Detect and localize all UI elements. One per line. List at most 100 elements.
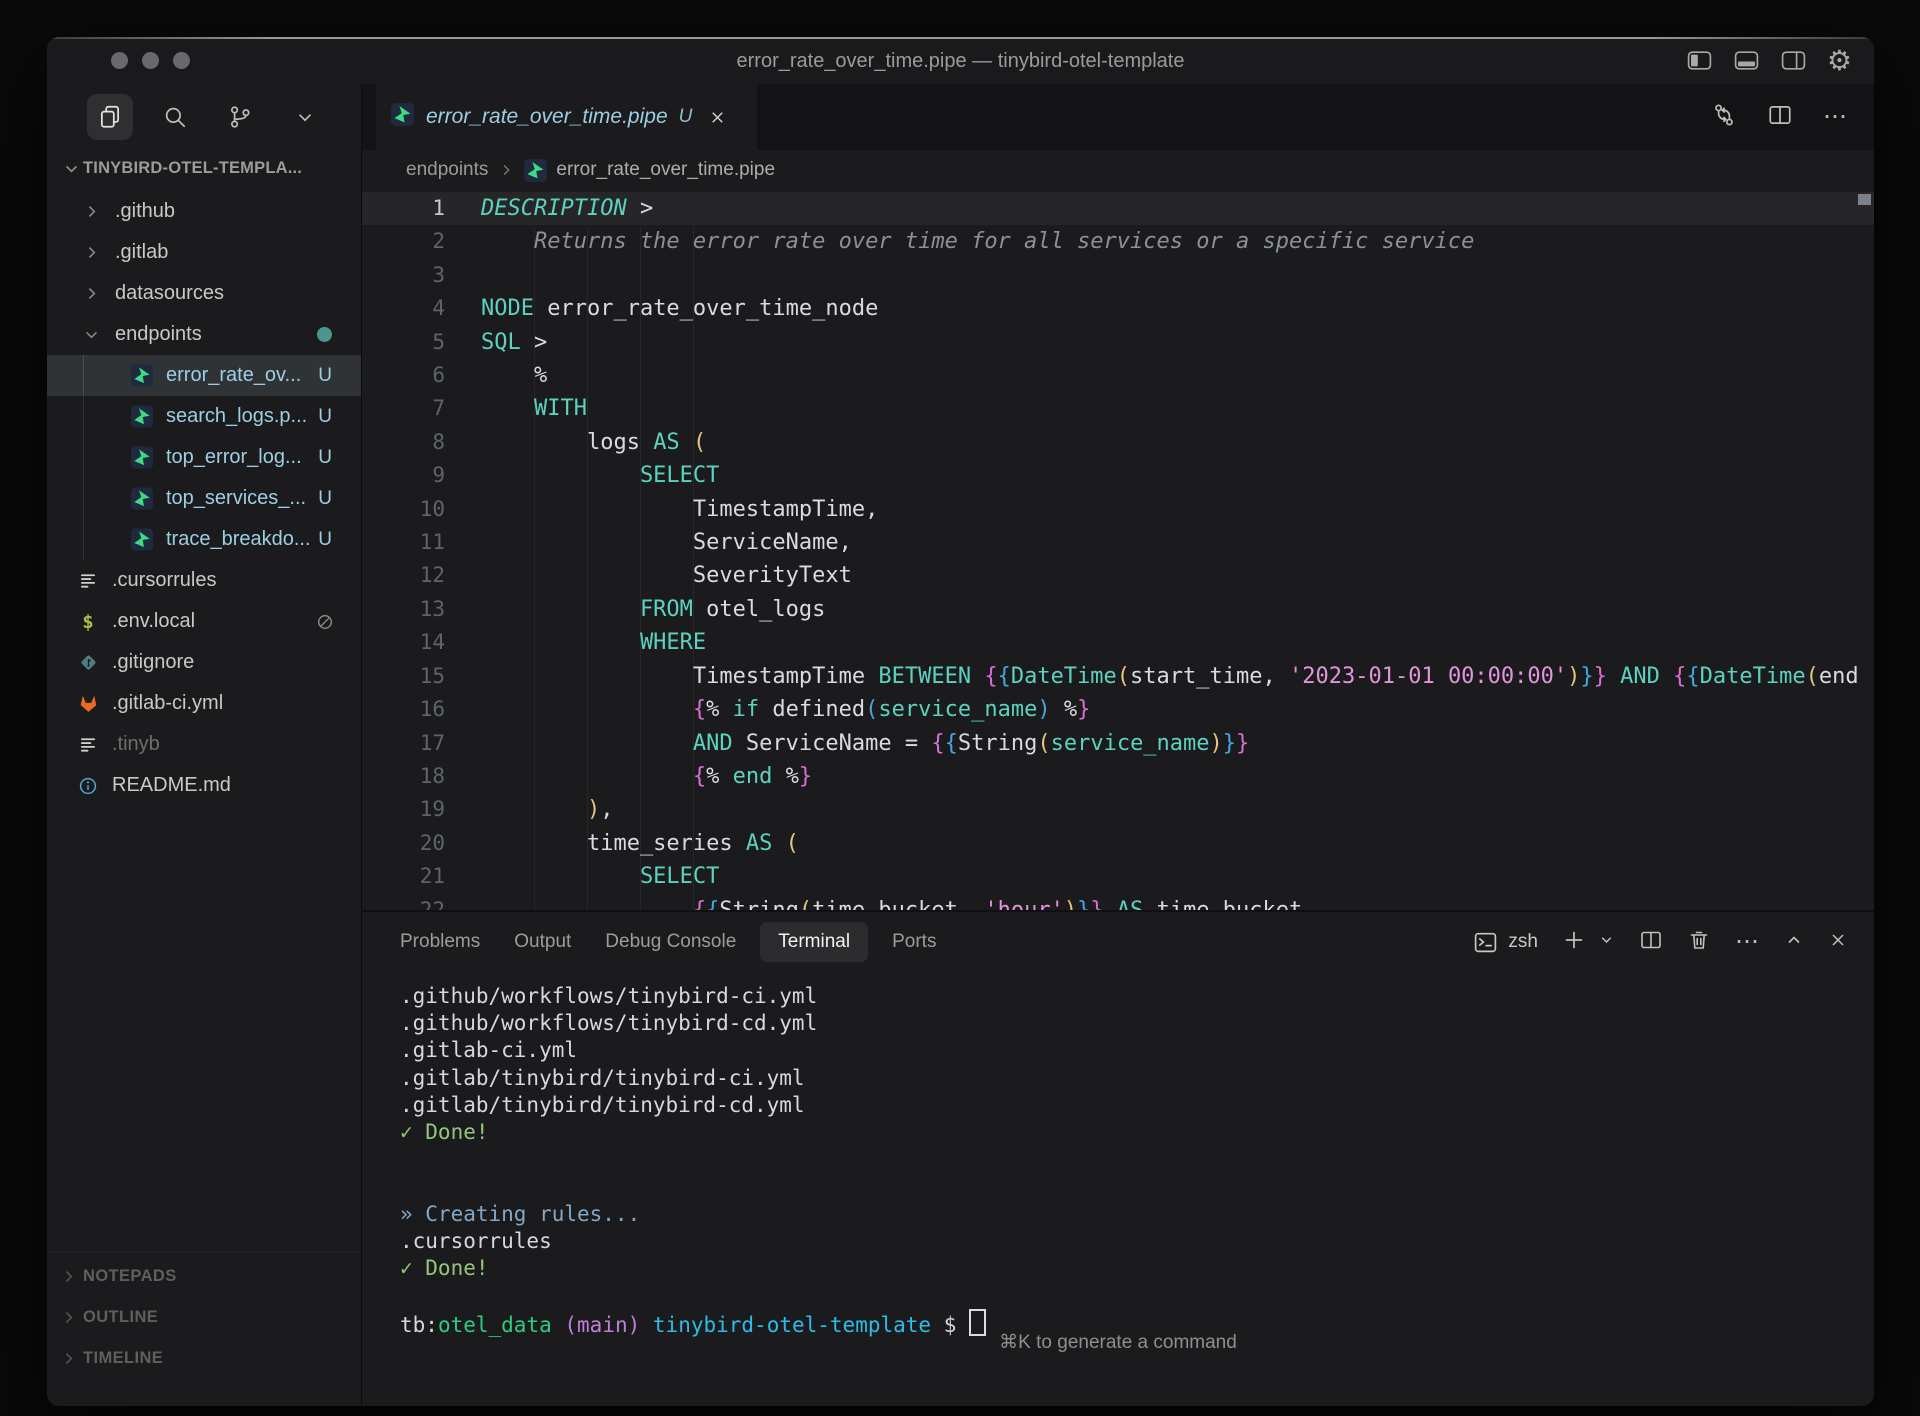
chevron-right-icon — [80, 244, 102, 261]
open-changes-icon[interactable] — [1711, 102, 1737, 133]
search-icon[interactable] — [152, 94, 198, 140]
line-number: 20 — [362, 827, 445, 860]
section-label: NOTEPADS — [83, 1267, 177, 1286]
terminal-line: » Creating rules... — [400, 1201, 1874, 1228]
tree-item-top-services[interactable]: top_services_...U — [47, 478, 361, 519]
tree-item-trace-breakdo[interactable]: trace_breakdo... U — [47, 519, 361, 560]
tree-item-github[interactable]: .github — [47, 191, 361, 232]
section-outline[interactable]: OUTLINE — [47, 1297, 361, 1338]
breadcrumb-folder[interactable]: endpoints — [406, 159, 488, 181]
code-line[interactable]: 6 % — [362, 359, 1874, 392]
code-text: WHERE — [445, 626, 706, 659]
tree-item-readme-md[interactable]: README.md — [47, 765, 361, 806]
code-line[interactable]: 12 SeverityText — [362, 559, 1874, 592]
code-text: SeverityText — [445, 559, 852, 592]
terminal-ai-hint: ⌘K to generate a command — [362, 1329, 1874, 1356]
close-panel-icon[interactable] — [1828, 930, 1848, 955]
settings-gear-icon[interactable]: ⚙ — [1827, 47, 1852, 75]
code-editor[interactable]: 1DESCRIPTION >2 Returns the error rate o… — [362, 190, 1874, 910]
terminal-output[interactable]: .github/workflows/tinybird-ci.yml.github… — [362, 972, 1874, 1406]
code-line[interactable]: 16 {% if defined(service_name) %} — [362, 693, 1874, 726]
tinybird-file-icon — [524, 159, 547, 182]
panel-tab-ports[interactable]: Ports — [892, 922, 936, 962]
code-line[interactable]: 9 SELECT — [362, 459, 1874, 492]
code-line[interactable]: 13 FROM otel_logs — [362, 593, 1874, 626]
section-timeline[interactable]: TIMELINE — [47, 1338, 361, 1379]
code-line[interactable]: 5SQL > — [362, 326, 1874, 359]
section-notepads[interactable]: NOTEPADS — [47, 1256, 361, 1297]
explorer-files-icon[interactable] — [87, 94, 133, 140]
tree-item-tinyb[interactable]: .tinyb — [47, 724, 361, 765]
tree-item-cursorrules[interactable]: .cursorrules — [47, 560, 361, 601]
line-number: 18 — [362, 760, 445, 793]
code-line[interactable]: 1DESCRIPTION > — [362, 192, 1874, 225]
line-number: 11 — [362, 526, 445, 559]
kill-terminal-trash-icon[interactable] — [1687, 928, 1711, 957]
explorer-project-header[interactable]: TINYBIRD-OTEL-TEMPLA... — [47, 150, 361, 186]
code-text: WITH — [445, 392, 587, 425]
terminal-line: .gitlab-ci.yml — [400, 1037, 1874, 1064]
panel-tab-output[interactable]: Output — [514, 922, 571, 962]
tree-item-gitignore[interactable]: .gitignore — [47, 642, 361, 683]
toggle-secondary-sidebar-icon[interactable] — [1780, 47, 1807, 74]
code-line[interactable]: 18 {% end %} — [362, 760, 1874, 793]
code-line[interactable]: 10 TimestampTime, — [362, 493, 1874, 526]
tree-item-label: .gitlab-ci.yml — [112, 692, 223, 715]
code-line[interactable]: 8 logs AS ( — [362, 426, 1874, 459]
code-line[interactable]: 2 Returns the error rate over time for a… — [362, 225, 1874, 258]
split-terminal-icon[interactable] — [1639, 928, 1663, 957]
tab-modified-badge: U — [679, 106, 693, 128]
tab-error-rate-over-time-pipe[interactable]: error_rate_over_time.pipe U — [376, 84, 757, 150]
split-editor-icon[interactable] — [1767, 102, 1793, 133]
line-number: 17 — [362, 727, 445, 760]
git-status-badge: U — [318, 529, 332, 551]
terminal-shell-group[interactable]: zsh — [1473, 930, 1538, 955]
code-line[interactable]: 7 WITH — [362, 392, 1874, 425]
maximize-panel-chevron-up-icon[interactable] — [1784, 930, 1804, 955]
toggle-primary-sidebar-icon[interactable] — [1686, 47, 1713, 74]
panel-tab-debug-console[interactable]: Debug Console — [605, 922, 736, 962]
tree-item-endpoints[interactable]: endpoints — [47, 314, 361, 355]
changes-dot-badge — [317, 327, 332, 342]
code-text: {% if defined(service_name) %} — [445, 693, 1090, 726]
code-text: Returns the error rate over time for all… — [445, 225, 1474, 258]
project-name: TINYBIRD-OTEL-TEMPLA... — [83, 159, 302, 178]
tree-item-label: error_rate_ov... — [166, 364, 301, 387]
git-status-badge: U — [318, 488, 332, 510]
tree-item-env-local[interactable]: $.env.local — [47, 601, 361, 642]
panel-tab-problems[interactable]: Problems — [400, 922, 480, 962]
code-text: AND ServiceName = {{String(service_name)… — [445, 727, 1249, 760]
code-text: FROM otel_logs — [445, 593, 825, 626]
chevron-down-icon — [59, 160, 83, 177]
tinybird-icon — [131, 405, 153, 428]
tree-item-gitlab-ci-yml[interactable]: .gitlab-ci.yml — [47, 683, 361, 724]
code-line[interactable]: 4NODE error_rate_over_time_node — [362, 292, 1874, 325]
tree-item-error-rate-ov[interactable]: error_rate_ov...U — [47, 355, 361, 396]
tree-item-gitlab[interactable]: .gitlab — [47, 232, 361, 273]
lines-icon — [77, 735, 99, 754]
code-line[interactable]: 19 ), — [362, 793, 1874, 826]
panel-tab-terminal[interactable]: Terminal — [760, 922, 868, 962]
code-line[interactable]: 22 {{String(time_bucket, 'hour')}} AS ti… — [362, 894, 1874, 910]
code-line[interactable]: 11 ServiceName, — [362, 526, 1874, 559]
code-line[interactable]: 17 AND ServiceName = {{String(service_na… — [362, 727, 1874, 760]
tree-item-label: .gitignore — [112, 651, 194, 674]
terminal-dropdown-chevron-icon[interactable] — [1598, 931, 1615, 953]
chevron-down-icon[interactable] — [282, 94, 328, 140]
tree-item-top-error-log[interactable]: top_error_log...U — [47, 437, 361, 478]
close-tab-icon[interactable] — [708, 108, 727, 127]
toggle-panel-icon[interactable] — [1733, 47, 1760, 74]
tree-item-datasources[interactable]: datasources — [47, 273, 361, 314]
title-bar: error_rate_over_time.pipe — tinybird-ote… — [47, 37, 1874, 85]
code-line[interactable]: 20 time_series AS ( — [362, 827, 1874, 860]
code-line[interactable]: 14 WHERE — [362, 626, 1874, 659]
code-line[interactable]: 21 SELECT — [362, 860, 1874, 893]
source-control-icon[interactable] — [217, 94, 263, 140]
tree-item-label: trace_breakdo... — [166, 528, 311, 551]
editor-tab-bar: error_rate_over_time.pipe U — [362, 84, 1874, 150]
code-line[interactable]: 15 TimestampTime BETWEEN {{DateTime(star… — [362, 660, 1874, 693]
code-line[interactable]: 3 — [362, 259, 1874, 292]
breadcrumb-file[interactable]: error_rate_over_time.pipe — [556, 159, 775, 181]
new-terminal-icon[interactable] — [1562, 928, 1586, 957]
tree-item-search-logs-p[interactable]: search_logs.p...U — [47, 396, 361, 437]
